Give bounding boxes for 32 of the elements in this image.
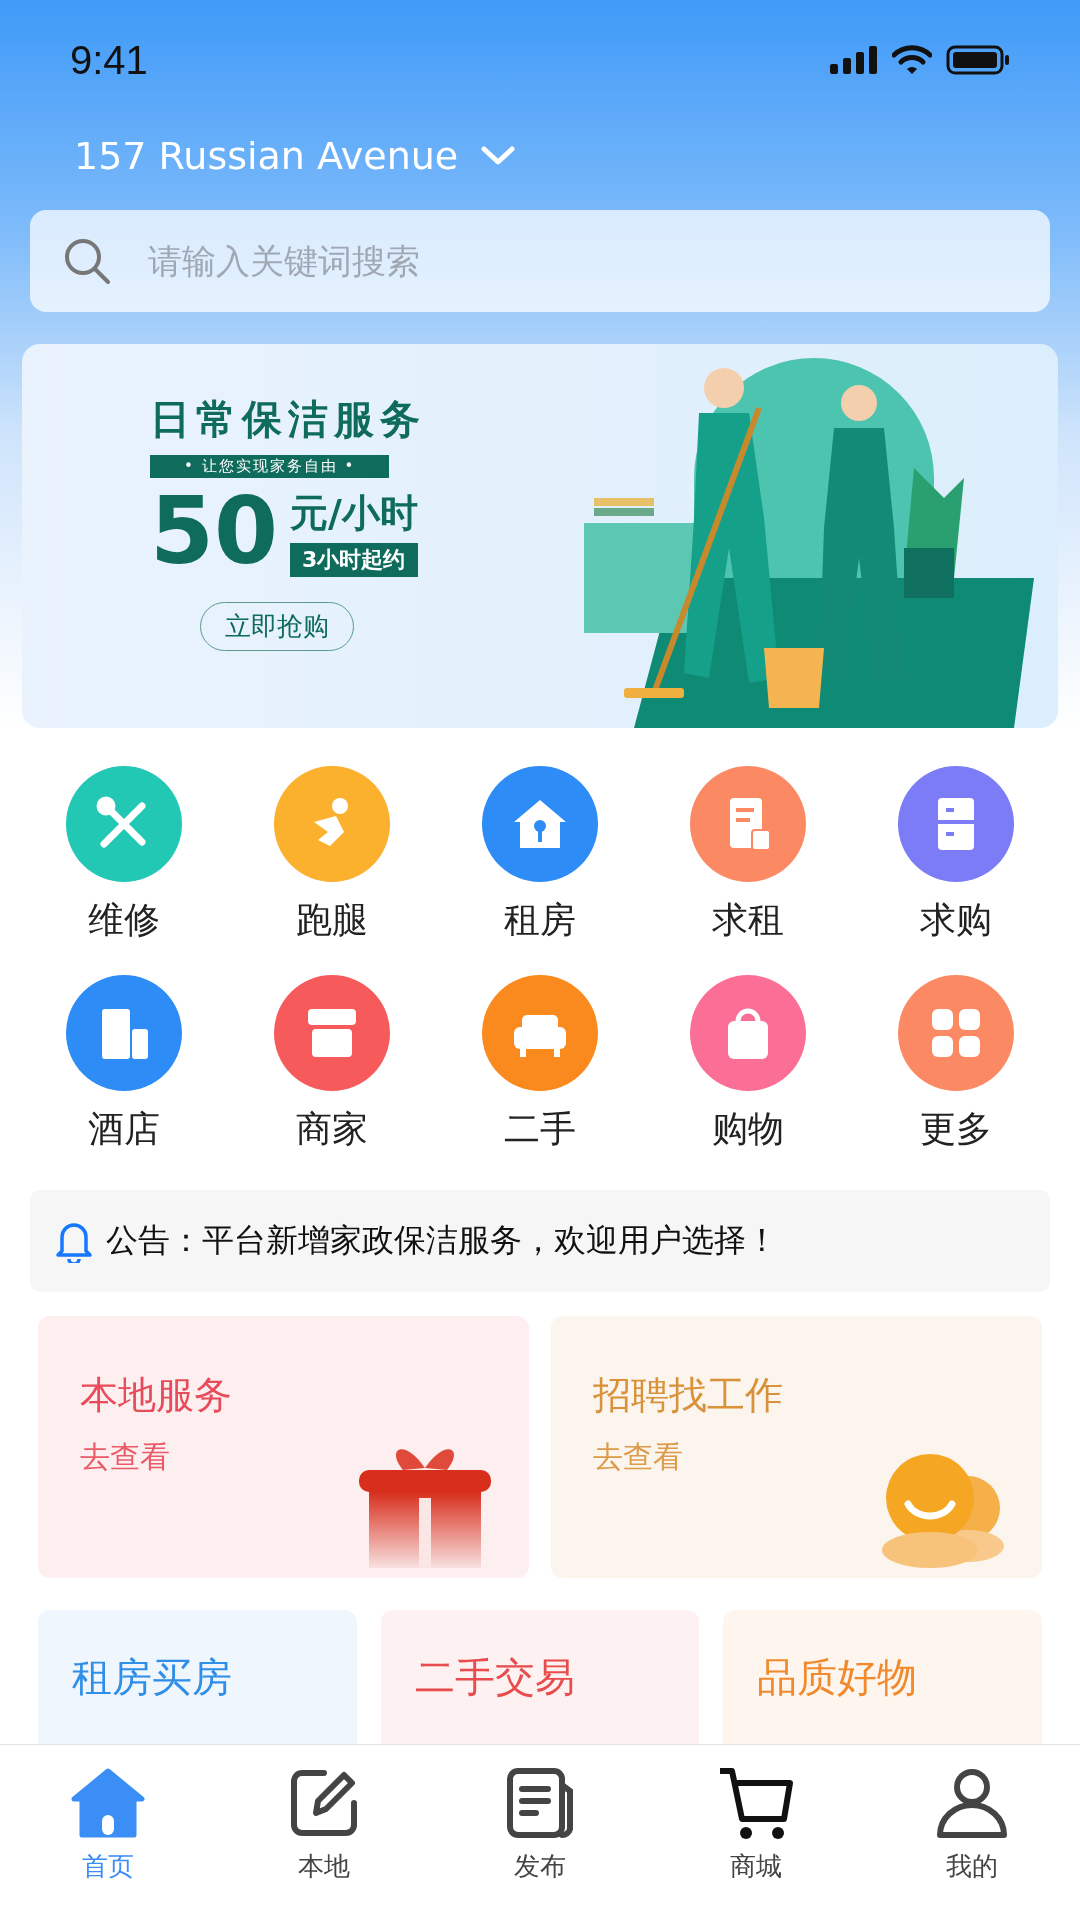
banner-tagline: • 让您实现家务自由 •	[150, 455, 390, 478]
category-label[interactable]: 求租	[712, 896, 784, 945]
tab-item[interactable]: 商城	[681, 1763, 831, 1920]
card-title: 品质好物	[757, 1654, 918, 1700]
notice-bar[interactable]: 公告：平台新增家政保洁服务，欢迎用户选择！	[30, 1190, 1050, 1292]
category-label[interactable]: 求购	[920, 896, 992, 945]
tab-item[interactable]: 我的	[897, 1763, 1047, 1920]
card-title: 租房买房	[72, 1654, 232, 1700]
battery-icon	[946, 45, 1010, 75]
card-title: 二手交易	[414, 1654, 575, 1700]
category-label[interactable]: 更多	[920, 1105, 992, 1154]
banner-note: 3小时起约	[290, 542, 418, 577]
category-label[interactable]: 租房	[504, 896, 576, 945]
notice-text: 公告：平台新增家政保洁服务，欢迎用户选择！	[106, 1220, 778, 1261]
status-time: 9:41	[70, 37, 148, 83]
tab-item[interactable]: 本地	[249, 1763, 399, 1920]
banner-title: 日常保洁服务	[150, 395, 426, 444]
tab-item[interactable]: 发布	[465, 1763, 615, 1920]
signal-icon	[830, 46, 878, 74]
wifi-icon	[892, 45, 932, 75]
banner-unit: 元/小时	[290, 489, 418, 537]
category-label[interactable]: 购物	[712, 1105, 784, 1154]
banner-price: 50	[150, 486, 279, 578]
category-label[interactable]: 维修	[88, 896, 160, 945]
search-field[interactable]: 请输入关键词搜索	[30, 210, 1050, 312]
chevron-down-icon[interactable]	[480, 145, 517, 167]
category-label[interactable]: 跑腿	[296, 896, 368, 945]
category-label[interactable]: 商家	[296, 1105, 368, 1154]
card-title: 招聘找工作	[593, 1372, 783, 1419]
category-label[interactable]: 二手	[504, 1105, 576, 1154]
category-label[interactable]: 酒店	[88, 1105, 160, 1154]
card-title: 本地服务	[80, 1372, 232, 1419]
